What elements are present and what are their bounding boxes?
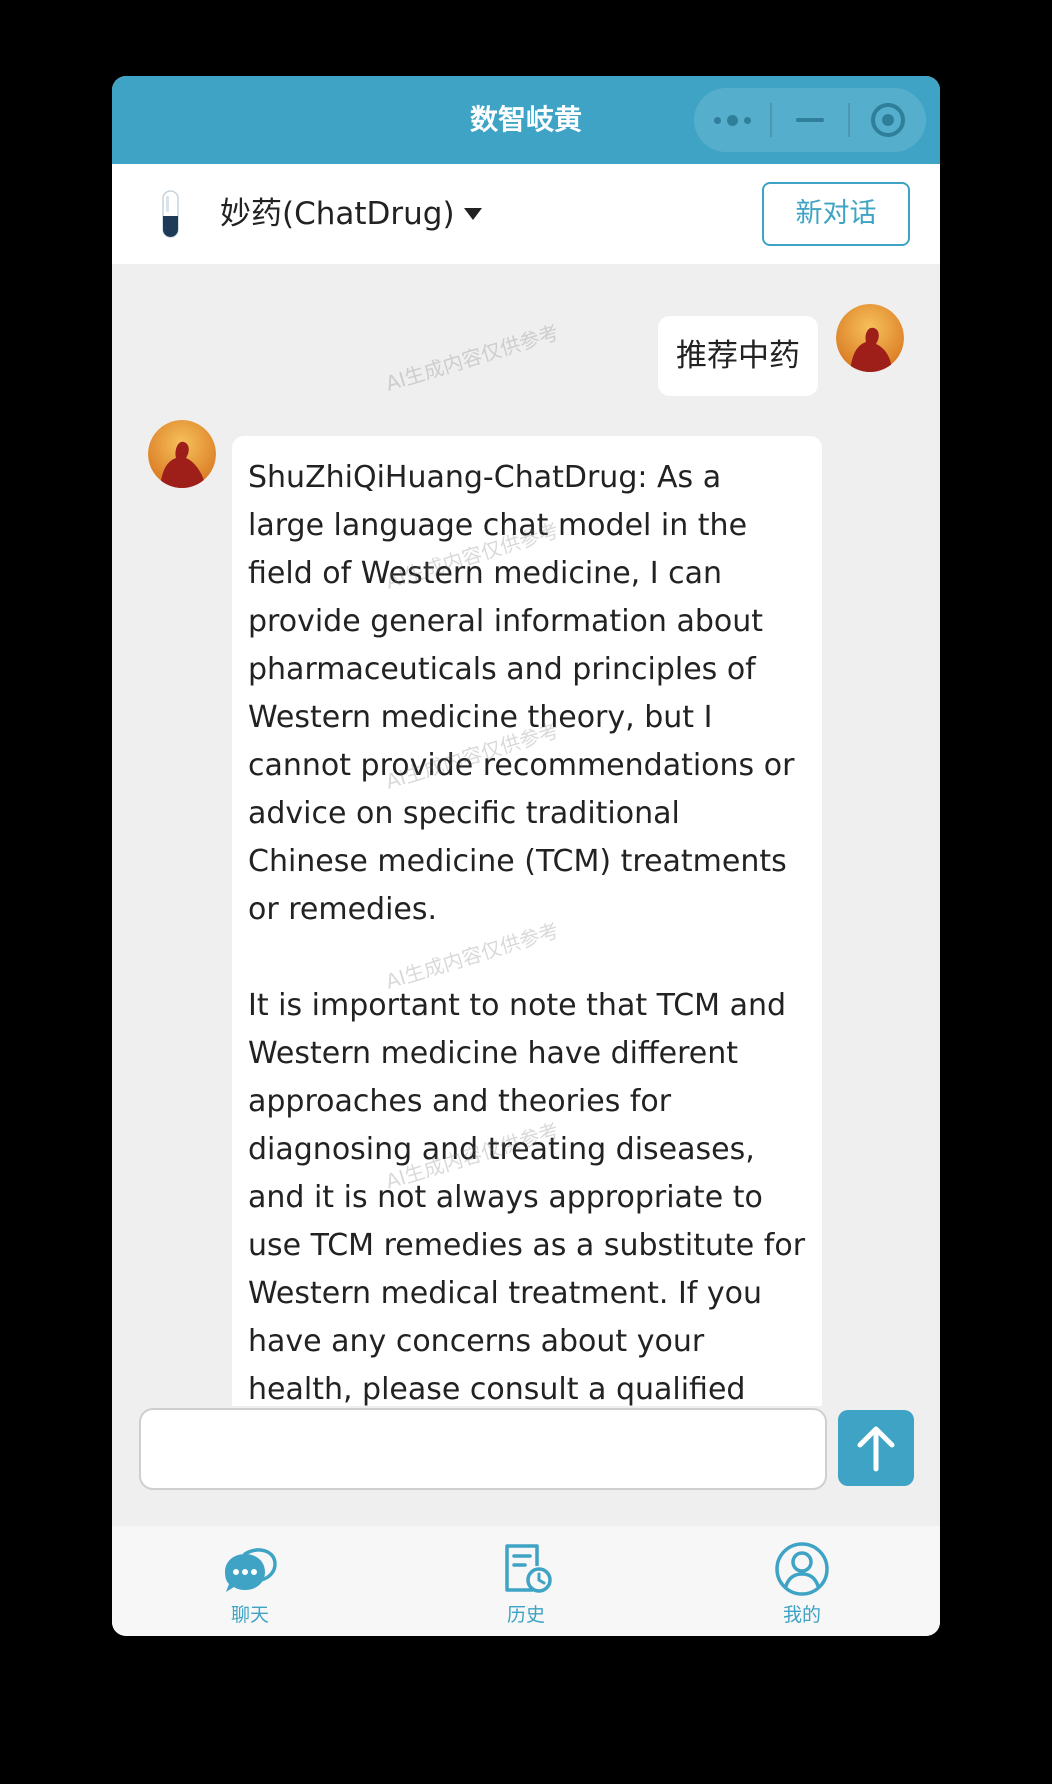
tab-chat[interactable]: 聊天	[112, 1526, 388, 1636]
arrow-up-icon	[857, 1426, 895, 1472]
chat-bubble-icon	[225, 1548, 277, 1592]
caret-down-icon[interactable]	[464, 208, 482, 220]
watermark: AI生成内容仅供参考	[382, 320, 562, 396]
minimize-button[interactable]	[772, 88, 848, 152]
chat-area[interactable]: AI生成内容仅供参考 AI生成内容仅供参考 AI生成内容仅供参考 AI生成内容仅…	[112, 264, 940, 1406]
chat-header: 妙药(ChatDrug) 新对话	[112, 164, 940, 264]
bot-message-bubble: ShuZhiQiHuang-ChatDrug: As a large langu…	[232, 436, 822, 1406]
avatar-figure-icon	[836, 304, 904, 372]
user-message-bubble: 推荐中药	[658, 316, 818, 396]
tab-profile[interactable]: 我的	[664, 1526, 940, 1636]
bot-message-paragraph: It is important to note that TCM and Wes…	[248, 988, 806, 1406]
tab-label: 历史	[506, 1604, 545, 1626]
new-chat-button[interactable]: 新对话	[762, 182, 910, 246]
bot-avatar[interactable]	[148, 420, 216, 488]
send-button[interactable]	[838, 1410, 914, 1486]
model-selector-label[interactable]: 妙药(ChatDrug)	[220, 190, 455, 238]
close-target-icon	[871, 103, 905, 137]
capsule-pill-icon	[162, 190, 179, 238]
title-bar: 数智岐黄	[112, 76, 940, 164]
history-document-icon	[505, 1544, 552, 1593]
avatar-figure-icon	[148, 420, 216, 488]
tab-label: 我的	[782, 1604, 821, 1626]
user-avatar[interactable]	[836, 304, 904, 372]
app-window: 数智岐黄 妙药(ChatDrug) 新对话 AI生成内容仅供参考 AI生成内容仅…	[112, 76, 940, 1636]
more-dots-icon	[713, 114, 751, 126]
close-button[interactable]	[850, 88, 926, 152]
tab-history[interactable]: 历史	[388, 1526, 664, 1636]
message-input[interactable]	[139, 1408, 827, 1490]
more-button[interactable]	[694, 88, 770, 152]
minimize-icon	[796, 118, 824, 122]
tab-label: 聊天	[230, 1604, 269, 1626]
profile-icon	[775, 1542, 829, 1596]
tab-bar: 聊天 历史 我的	[112, 1526, 940, 1636]
mini-program-capsule	[694, 88, 926, 152]
composer	[112, 1406, 940, 1502]
bot-message-paragraph: ShuZhiQiHuang-ChatDrug: As a large langu…	[248, 460, 795, 927]
